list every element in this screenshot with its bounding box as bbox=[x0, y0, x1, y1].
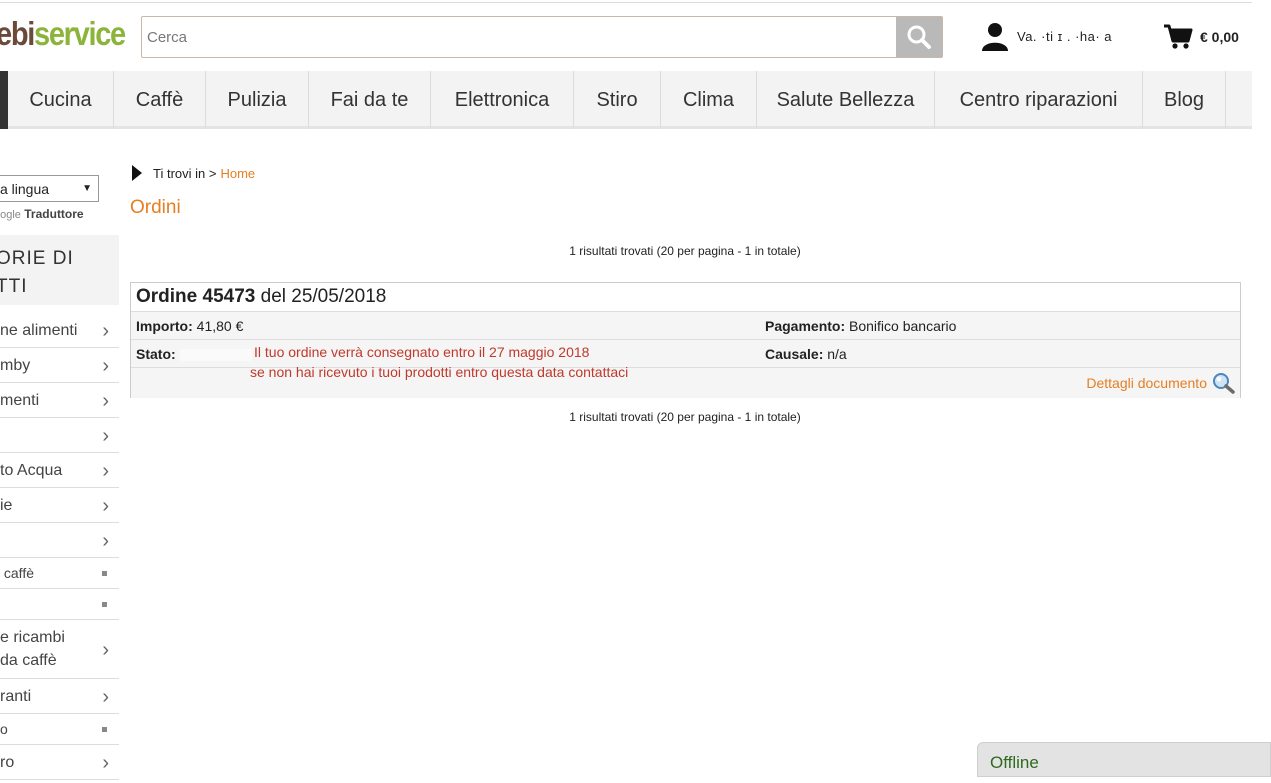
sidebar-item[interactable]: ne alimenti › bbox=[0, 313, 119, 348]
nav-item-pulizia[interactable]: Pulizia bbox=[206, 71, 309, 129]
delivery-note-line2: se non hai ricevuto i tuoi prodotti entr… bbox=[250, 364, 629, 380]
chevron-right-icon: › bbox=[102, 529, 109, 552]
sidebar-item[interactable]: o bbox=[0, 714, 119, 745]
sidebar-item[interactable]: mby › bbox=[0, 348, 119, 383]
page-title: Ordini bbox=[130, 197, 181, 218]
sidebar-item[interactable] bbox=[0, 589, 119, 620]
chevron-right-icon: › bbox=[102, 424, 109, 447]
causale-value: n/a bbox=[823, 346, 847, 362]
stato-label: Stato: bbox=[136, 346, 176, 362]
nav-item-elettronica[interactable]: Elettronica bbox=[431, 71, 574, 129]
sidebar-category-list: ne alimenti › mby › menti › › to Acqua › ie › › caf… bbox=[0, 313, 119, 780]
nav-item-salute-bellezza[interactable]: Salute Bellezza bbox=[757, 71, 935, 129]
search-button[interactable] bbox=[896, 17, 942, 57]
stato-value-redacted bbox=[179, 349, 252, 362]
user-name[interactable]: Va. ·ti ɪ . ·ha· a bbox=[1017, 29, 1112, 44]
language-select[interactable]: a lingua ▼ bbox=[0, 175, 99, 202]
breadcrumb-prefix: Ti trovi in > bbox=[153, 165, 217, 181]
breadcrumb-home-link[interactable]: Home bbox=[220, 166, 255, 181]
sidebar-item-label: ro bbox=[0, 754, 15, 771]
bullet-square-icon bbox=[102, 602, 107, 607]
search-bar bbox=[141, 16, 943, 58]
nav-item-blog[interactable]: Blog bbox=[1143, 71, 1226, 129]
sidebar-item[interactable]: ie › bbox=[0, 488, 119, 523]
pagamento-label: Pagamento: bbox=[765, 318, 846, 334]
nav-item-fai-da-te[interactable]: Fai da te bbox=[309, 71, 431, 129]
importo-label: Importo: bbox=[136, 318, 193, 334]
sidebar-item[interactable]: ranti › bbox=[0, 679, 119, 714]
sidebar-item[interactable]: › bbox=[0, 523, 119, 558]
order-title: Ordine 45473 del 25/05/2018 bbox=[136, 286, 387, 307]
breadcrumb-arrow-icon bbox=[132, 165, 142, 181]
chat-offline-widget[interactable]: Offline bbox=[977, 742, 1271, 777]
sidebar-item[interactable]: caffè bbox=[0, 558, 119, 589]
delivery-note-line1: Il tuo ordine verrà consegnato entro il … bbox=[254, 344, 590, 360]
breadcrumb: Ti trovi in > Home bbox=[132, 165, 255, 181]
chevron-right-icon: › bbox=[102, 494, 109, 517]
sidebar-item-label: caffè bbox=[0, 565, 34, 581]
details-document-link[interactable]: Dettagli documento bbox=[1086, 372, 1236, 394]
sidebar-item[interactable]: e ricambi da caffè › bbox=[0, 620, 119, 679]
sidebar-item-label: o bbox=[0, 721, 8, 737]
google-translate-label: oogle Traduttore bbox=[0, 207, 84, 221]
bullet-square-icon bbox=[102, 571, 107, 576]
nav-item-caffè[interactable]: Caffè bbox=[114, 71, 206, 129]
main-nav: Cucina Caffè Pulizia Fai da te Elettronica St… bbox=[0, 71, 1252, 129]
magnifier-icon bbox=[1213, 373, 1235, 394]
nav-item-stiro[interactable]: Stiro bbox=[574, 71, 661, 129]
chevron-right-icon: › bbox=[102, 319, 109, 342]
nav-home-stub[interactable] bbox=[0, 71, 8, 129]
search-input[interactable] bbox=[142, 17, 896, 57]
sidebar-item-label: ranti bbox=[0, 688, 32, 705]
chevron-right-icon: › bbox=[102, 685, 109, 708]
nav-item-clima[interactable]: Clima bbox=[661, 71, 757, 129]
sidebar-item-label: e ricambi da caffè bbox=[0, 629, 65, 669]
results-count-bottom: 1 risultati trovati (20 per pagina - 1 i… bbox=[569, 410, 801, 424]
chevron-right-icon: › bbox=[102, 459, 109, 482]
cart-icon[interactable] bbox=[1163, 24, 1193, 50]
user-icon[interactable] bbox=[981, 22, 1009, 52]
nav-item-cucina[interactable]: Cucina bbox=[8, 71, 114, 129]
site-logo[interactable]: ebiservice bbox=[0, 14, 126, 54]
sidebar-item-label: mby bbox=[0, 357, 31, 374]
chevron-right-icon: › bbox=[102, 354, 109, 377]
sidebar-item[interactable]: ro › bbox=[0, 745, 119, 780]
cart-total[interactable]: € 0,00 bbox=[1200, 29, 1239, 45]
sidebar-item-label: ne alimenti bbox=[0, 322, 78, 339]
chevron-right-icon: › bbox=[102, 638, 109, 661]
order-card: Ordine 45473 del 25/05/2018 Importo: 41,… bbox=[130, 282, 1241, 398]
causale-label: Causale: bbox=[765, 346, 824, 362]
bullet-square-icon bbox=[102, 727, 107, 732]
top-border bbox=[0, 0, 1252, 3]
nav-item-centro-riparazioni[interactable]: Centro riparazioni bbox=[935, 71, 1143, 129]
sidebar-item-label: ie bbox=[0, 497, 13, 514]
sidebar-item-label: to Acqua bbox=[0, 462, 63, 479]
order-row-importo: Importo: 41,80 € Pagamento: Bonifico ban… bbox=[131, 311, 1240, 339]
search-icon bbox=[907, 25, 931, 49]
sidebar-item[interactable]: to Acqua › bbox=[0, 453, 119, 488]
importo-value: 41,80 € bbox=[192, 318, 244, 334]
pagamento-value: Bonifico bancario bbox=[845, 318, 957, 334]
chevron-right-icon: › bbox=[102, 751, 109, 774]
dropdown-arrow-icon: ▼ bbox=[82, 183, 92, 194]
results-count-top: 1 risultati trovati (20 per pagina - 1 i… bbox=[569, 244, 801, 258]
